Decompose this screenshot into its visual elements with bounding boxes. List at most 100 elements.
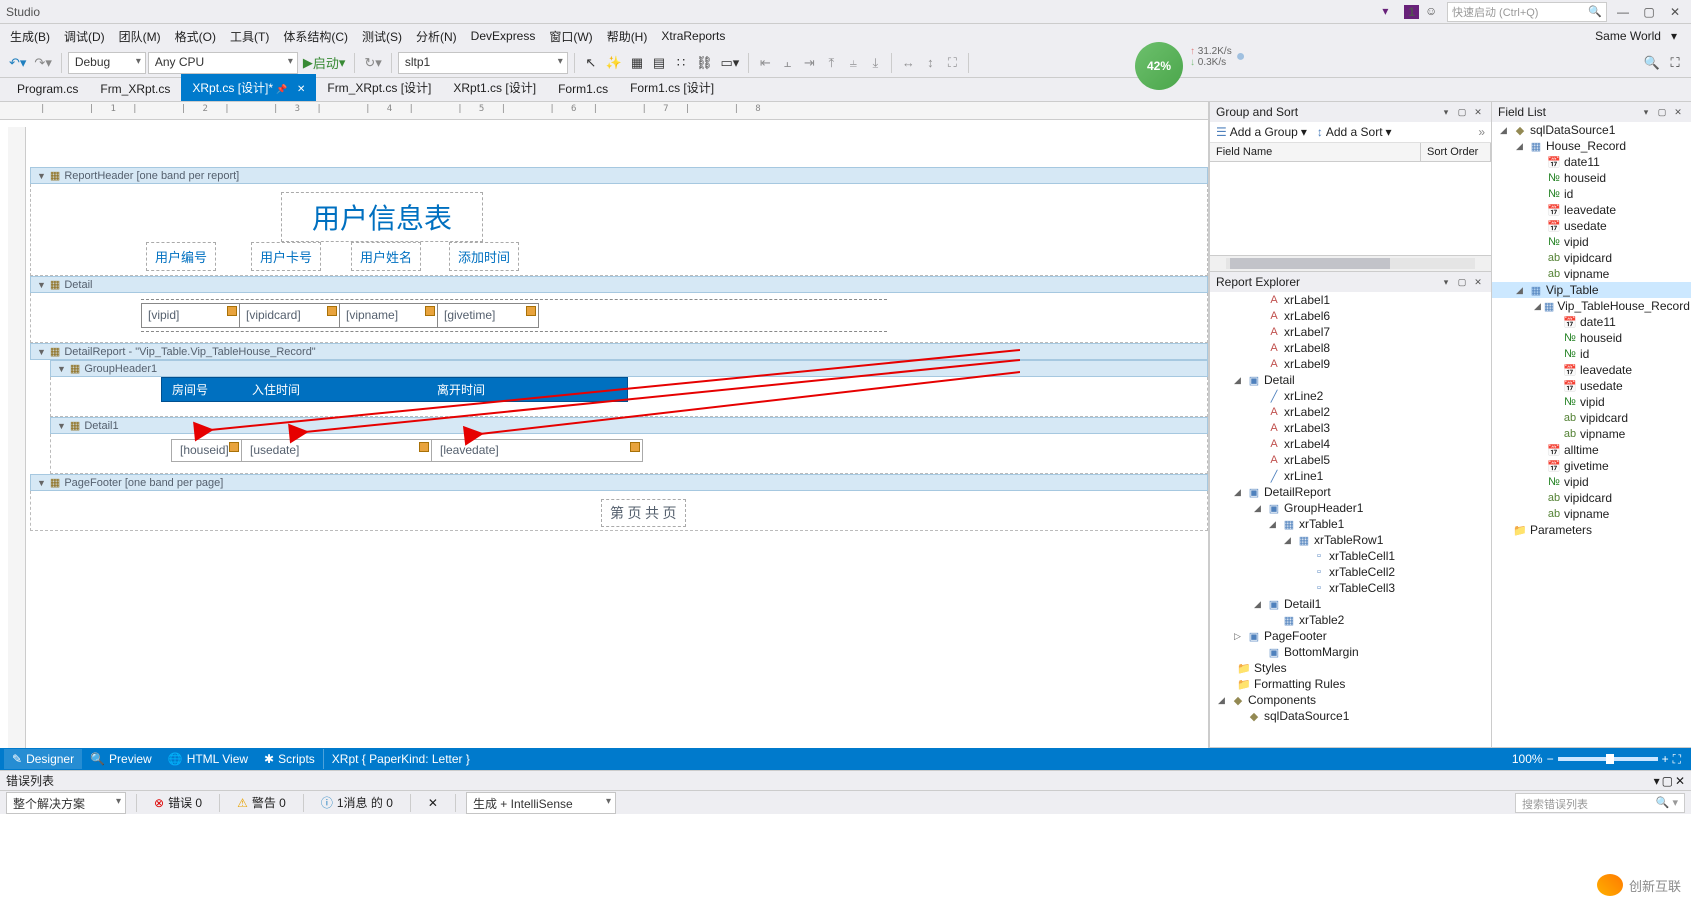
report-title-label[interactable]: 用户信息表: [281, 192, 483, 242]
tab-program[interactable]: Program.cs: [6, 77, 89, 101]
build-filter-dropdown[interactable]: 生成 + IntelliSense: [466, 792, 616, 814]
browser-link-button[interactable]: ↻▾: [361, 52, 384, 74]
detail1-table[interactable]: [houseid] [usedate] [leavedate]: [171, 439, 643, 462]
tree-item[interactable]: №vipid: [1492, 394, 1691, 410]
tree-item[interactable]: 📅date11: [1492, 314, 1691, 330]
smart-tag-icon[interactable]: [526, 306, 536, 316]
tool-cursor-icon[interactable]: ↖: [581, 52, 601, 74]
add-group-button[interactable]: ☰Add a Group▾: [1216, 125, 1307, 139]
menu-debug[interactable]: 调试(D): [58, 25, 111, 48]
chevron-down-icon[interactable]: ▼: [37, 171, 46, 181]
errors-filter[interactable]: ⊗错误 0: [147, 791, 209, 814]
footer-page-label[interactable]: 第 页 共 页: [601, 499, 686, 527]
menu-architecture[interactable]: 体系结构(C): [277, 25, 354, 48]
tree-toggle-icon[interactable]: ◢: [1234, 375, 1244, 386]
horizontal-scrollbar[interactable]: [1210, 255, 1491, 271]
tree-item[interactable]: 📅givetime: [1492, 458, 1691, 474]
band-group-header[interactable]: ▼ ▦ GroupHeader1: [50, 360, 1208, 377]
align-center-icon[interactable]: ⫠: [777, 52, 797, 74]
tab-scripts[interactable]: ✱Scripts: [256, 749, 323, 769]
align-left-icon[interactable]: ⇤: [755, 52, 775, 74]
tree-item[interactable]: 📅alltime: [1492, 442, 1691, 458]
zoom-out-button[interactable]: −: [1547, 752, 1554, 766]
tree-item[interactable]: ╱xrLine2: [1210, 388, 1491, 404]
tree-toggle-icon[interactable]: ▷: [1234, 631, 1244, 642]
col-userid-label[interactable]: 用户编号: [146, 242, 216, 271]
size-height-icon[interactable]: ↕: [920, 52, 940, 74]
tree-item[interactable]: №houseid: [1492, 330, 1691, 346]
tree-item[interactable]: 📁Formatting Rules: [1210, 676, 1491, 692]
tree-item[interactable]: ◆sqlDataSource1: [1210, 708, 1491, 724]
account-dropdown-icon[interactable]: ▾: [1671, 29, 1677, 43]
tree-item[interactable]: ◢▦House_Record: [1492, 138, 1691, 154]
group-sort-grid[interactable]: [1210, 162, 1491, 255]
report-explorer-tree[interactable]: AxrLabel1AxrLabel6AxrLabel7AxrLabel8AxrL…: [1210, 292, 1491, 747]
menu-devexpress[interactable]: DevExpress: [465, 26, 542, 46]
tree-item[interactable]: AxrLabel2: [1210, 404, 1491, 420]
size-both-icon[interactable]: ⛶: [942, 52, 962, 74]
add-sort-button[interactable]: ↕Add a Sort▾: [1317, 125, 1392, 139]
dropdown-icon[interactable]: ▾: [1439, 105, 1453, 119]
chevron-down-icon[interactable]: ▼: [57, 421, 66, 431]
tree-item[interactable]: AxrLabel5: [1210, 452, 1491, 468]
zoom-fit-button[interactable]: ⛶: [1673, 752, 1681, 767]
tree-toggle-icon[interactable]: ◢: [1269, 519, 1279, 530]
tree-item[interactable]: AxrLabel9: [1210, 356, 1491, 372]
tab-html-view[interactable]: 🌐HTML View: [160, 749, 256, 769]
smart-tag-icon[interactable]: [327, 306, 337, 316]
tool-snap-icon[interactable]: ∷: [671, 52, 691, 74]
tree-item[interactable]: ◢◆sqlDataSource1: [1492, 122, 1691, 138]
tool-box-icon[interactable]: ▭▾: [718, 52, 743, 74]
group-header-table[interactable]: 房间号 入住时间 离开时间: [161, 377, 628, 402]
start-button[interactable]: ▶ 启动 ▾: [300, 52, 349, 74]
zoom-slider[interactable]: [1558, 757, 1658, 761]
tab-frm-xrpt[interactable]: Frm_XRpt.cs: [89, 77, 181, 101]
chevron-down-icon[interactable]: ▼: [37, 347, 46, 357]
menu-window[interactable]: 窗口(W): [543, 25, 598, 48]
warnings-filter[interactable]: ⚠警告 0: [230, 791, 293, 814]
smart-tag-icon[interactable]: [229, 442, 239, 452]
chevron-down-icon[interactable]: ▼: [37, 280, 46, 290]
zoom-out-icon[interactable]: 🔍: [1641, 52, 1663, 74]
tree-item[interactable]: ▦xrTable2: [1210, 612, 1491, 628]
tree-item[interactable]: ◢◆Components: [1210, 692, 1491, 708]
dropdown-icon[interactable]: ▾: [1439, 275, 1453, 289]
tree-toggle-icon[interactable]: ◢: [1254, 503, 1264, 514]
feedback-icon[interactable]: ☺: [1425, 4, 1441, 20]
messages-filter[interactable]: ⓘ1消息 的 0: [314, 791, 400, 814]
tree-item[interactable]: 📅usedate: [1492, 378, 1691, 394]
tree-toggle-icon[interactable]: ◢: [1516, 141, 1526, 152]
tree-item[interactable]: ◢▣GroupHeader1: [1210, 500, 1491, 516]
menu-team[interactable]: 团队(M): [113, 25, 167, 48]
tree-item[interactable]: abvipidcard: [1492, 250, 1691, 266]
tree-toggle-icon[interactable]: ◢: [1218, 695, 1228, 706]
minimize-button[interactable]: —: [1613, 5, 1633, 19]
pin-icon[interactable]: ▢: [1455, 275, 1469, 289]
dropdown-icon[interactable]: ▾: [1654, 774, 1660, 788]
smart-tag-icon[interactable]: [419, 442, 429, 452]
align-right-icon[interactable]: ⇥: [799, 52, 819, 74]
search-error-input[interactable]: 搜索错误列表 🔍 ▾: [1515, 793, 1685, 813]
tree-item[interactable]: AxrLabel6: [1210, 308, 1491, 324]
tab-form1[interactable]: Form1.cs: [547, 77, 619, 101]
menu-test[interactable]: 测试(S): [356, 25, 408, 48]
tree-item[interactable]: ◢▦Vip_TableHouse_Record: [1492, 298, 1691, 314]
scope-dropdown[interactable]: 整个解决方案: [6, 792, 126, 814]
redo-button[interactable]: ↷▾: [31, 52, 54, 74]
tree-item[interactable]: №houseid: [1492, 170, 1691, 186]
col-username-label[interactable]: 用户姓名: [351, 242, 421, 271]
config-dropdown[interactable]: Debug: [68, 52, 146, 74]
tree-item[interactable]: 📅leavedate: [1492, 362, 1691, 378]
menu-analyze[interactable]: 分析(N): [410, 25, 463, 48]
tree-toggle-icon[interactable]: ◢: [1534, 301, 1541, 312]
quick-launch-input[interactable]: 快速启动 (Ctrl+Q): [1447, 2, 1607, 22]
band-detail1[interactable]: ▼ ▦ Detail1: [50, 417, 1208, 434]
smart-tag-icon[interactable]: [630, 442, 640, 452]
menu-xtrareports[interactable]: XtraReports: [655, 26, 731, 46]
tree-item[interactable]: ▷▣PageFooter: [1210, 628, 1491, 644]
tab-form1-design[interactable]: Form1.cs [设计]: [619, 74, 725, 101]
flag-icon[interactable]: ▾: [1382, 4, 1398, 20]
maximize-button[interactable]: ▢: [1639, 5, 1659, 19]
zoom-in-button[interactable]: +: [1662, 752, 1669, 766]
tree-item[interactable]: 📅leavedate: [1492, 202, 1691, 218]
